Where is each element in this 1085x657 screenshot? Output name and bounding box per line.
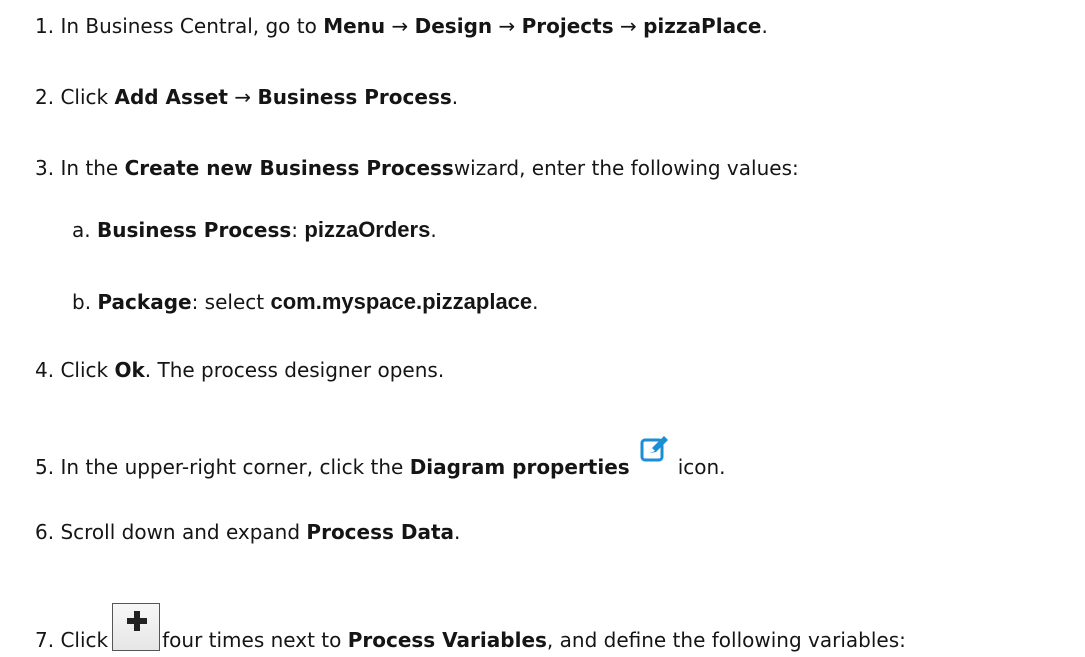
design-label: Design <box>414 14 493 38</box>
step-text: In Business Central, go to <box>60 14 324 38</box>
step-3a: a. Business Process: pizzaOrders. <box>72 216 437 244</box>
arrow: → <box>391 14 409 38</box>
step-number: 5. <box>35 455 55 479</box>
step-text: , and define the following variables: <box>546 628 906 652</box>
arrow: → <box>234 85 252 109</box>
step-6: 6. Scroll down and expand Process Data. <box>35 518 460 546</box>
period: . <box>451 85 459 109</box>
step-text: four times next to <box>162 628 348 652</box>
field-label: Package <box>97 290 192 314</box>
field-label: Business Process <box>96 218 292 242</box>
period: . <box>532 290 539 314</box>
step-number: 3. <box>35 156 55 180</box>
step-7: 7. Click four times next to Process Vari… <box>35 603 906 654</box>
period: . <box>430 218 437 242</box>
field-value: com.myspace.pizzaplace <box>270 289 533 314</box>
wizard-name: Create new Business Process <box>124 156 454 180</box>
step-text: In the upper-right corner, click the <box>60 455 410 479</box>
business-process-label: Business Process <box>257 85 452 109</box>
field-value: pizzaOrders <box>304 217 431 242</box>
step-number: 6. <box>35 520 55 544</box>
step-text: Click <box>60 85 115 109</box>
arrow: → <box>619 14 637 38</box>
diagram-properties-label: Diagram properties <box>409 455 630 479</box>
step-number: 4. <box>35 358 55 382</box>
step-text: Scroll down and expand <box>60 520 307 544</box>
period: . <box>454 520 461 544</box>
step-text: In the <box>60 156 125 180</box>
arrow: → <box>498 14 516 38</box>
step-number: 2. <box>35 85 55 109</box>
edit-icon <box>640 434 670 464</box>
project-name: pizzaPlace <box>643 14 762 38</box>
period: . <box>761 14 768 38</box>
plus-icon <box>112 603 161 651</box>
step-3b: b. Package: select com.myspace.pizzaplac… <box>72 288 539 316</box>
process-variables-label: Process Variables <box>347 628 547 652</box>
step-text: icon. <box>677 455 726 479</box>
step-3: 3. In the Create new Business Processwiz… <box>35 154 799 182</box>
separator: : select <box>191 290 271 314</box>
step-text: Click <box>60 358 115 382</box>
process-data-label: Process Data <box>306 520 455 544</box>
step-2: 2. Click Add Asset → Business Process. <box>35 83 458 111</box>
step-text: Click <box>60 628 109 652</box>
step-letter: a. <box>72 218 91 242</box>
separator: : <box>291 218 305 242</box>
step-5: 5. In the upper-right corner, click the … <box>35 436 726 481</box>
step-4: 4. Click Ok. The process designer opens. <box>35 356 444 384</box>
add-asset-label: Add Asset <box>114 85 228 109</box>
step-number: 7. <box>35 628 55 652</box>
step-1: 1. In Business Central, go to Menu → Des… <box>35 12 768 40</box>
step-text: . The process designer opens. <box>144 358 445 382</box>
step-number: 1. <box>35 14 55 38</box>
step-text: wizard, enter the following values: <box>453 156 799 180</box>
menu-label: Menu <box>323 14 386 38</box>
ok-label: Ok <box>114 358 145 382</box>
projects-label: Projects <box>521 14 614 38</box>
step-letter: b. <box>72 290 92 314</box>
